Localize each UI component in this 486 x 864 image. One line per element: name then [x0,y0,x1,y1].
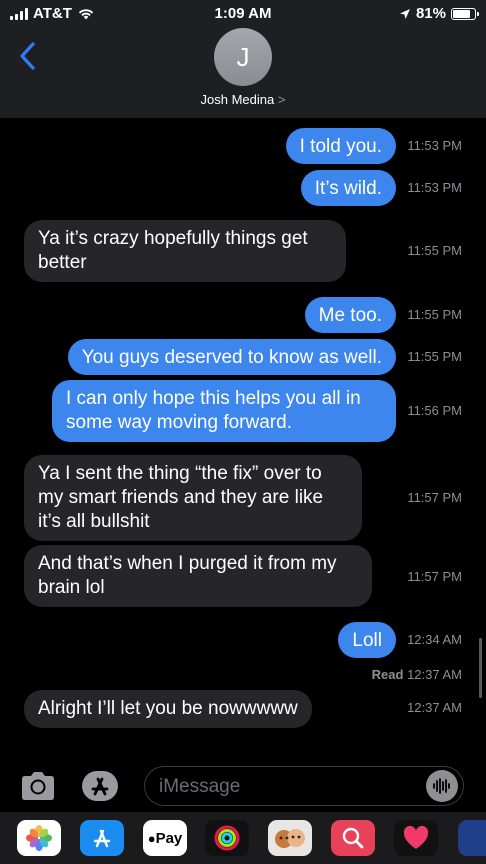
avatar-initial: J [236,41,250,72]
message-timestamp: 11:56 PM [407,403,462,418]
read-time: 12:37 AM [407,667,462,682]
message-bubble-sent[interactable]: Loll [338,622,396,658]
photos-flower-icon [26,825,52,851]
contact-name-button[interactable]: Josh Medina > [0,92,486,107]
photos-app-icon[interactable] [17,820,61,856]
message-bubble-sent[interactable]: I can only hope this helps you all in so… [52,380,396,442]
message-timestamp: 11:53 PM [407,138,462,153]
message-bubble-sent[interactable]: I told you. [285,128,396,164]
camera-icon[interactable] [19,770,57,802]
appstore-glyph-icon [93,829,111,848]
audio-waveform-icon [433,778,450,794]
message-timestamp: 11:53 PM [407,180,462,195]
memoji-faces-icon [275,829,305,848]
message-bubble-received[interactable]: Alright I’ll let you be nowwwww [24,690,312,728]
contact-avatar[interactable]: J [214,28,272,86]
applepay-app-icon[interactable]: ● Pay [143,820,187,856]
message-timestamp: 11:57 PM [407,569,462,584]
message-timestamp: 12:34 AM [407,632,462,647]
back-chevron-icon[interactable] [16,40,40,72]
scrollbar[interactable] [479,638,482,698]
appstore-app-icon[interactable] [80,820,124,856]
status-bar: AT&T 1:09 AM 81% [0,0,486,28]
appstore-icon[interactable] [80,770,120,802]
extra-app-icon[interactable] [458,820,486,856]
heart-icon [403,825,429,849]
app-drawer: ● Pay [0,812,486,864]
apple-logo-icon: ● [147,830,156,846]
message-bubble-sent[interactable]: Me too. [304,297,396,333]
battery-icon [451,7,479,20]
battery-percent: 81% [415,5,446,22]
message-bubble-sent[interactable]: It’s wild. [300,170,396,206]
applepay-label: Pay [155,829,183,847]
audio-message-button[interactable] [426,770,458,802]
memoji-app-icon[interactable] [268,820,312,856]
activity-rings-icon [214,825,240,851]
imessage-placeholder: iMessage [159,776,241,797]
contact-name: Josh Medina [200,92,275,107]
message-timestamp: 11:57 PM [407,490,462,505]
message-bubble-sent[interactable]: You guys deserved to know as well. [67,339,396,375]
digital-touch-app-icon[interactable] [394,820,438,856]
message-bubble-received[interactable]: Ya it’s crazy hopefully things get bette… [24,220,346,282]
search-images-app-icon[interactable] [331,820,375,856]
message-timestamp: 11:55 PM [407,307,462,322]
magnifier-globe-icon [342,827,364,849]
message-bubble-received[interactable]: And that’s when I purged it from my brai… [24,545,372,607]
read-receipt: Read 12:37 AM [372,667,462,682]
read-label: Read [371,667,404,682]
imessage-input[interactable]: iMessage [144,766,464,806]
message-timestamp: 11:55 PM [407,349,462,364]
activity-app-icon[interactable] [205,820,249,856]
message-bubble-received[interactable]: Ya I sent the thing “the fix” over to my… [24,455,362,541]
message-timestamp: 11:55 PM [407,243,462,258]
chevron-right-icon: > [277,92,286,107]
message-timestamp: 12:37 AM [407,700,462,715]
conversation-header: AT&T 1:09 AM 81% J Josh Medina > [0,0,486,118]
location-icon [399,8,410,19]
